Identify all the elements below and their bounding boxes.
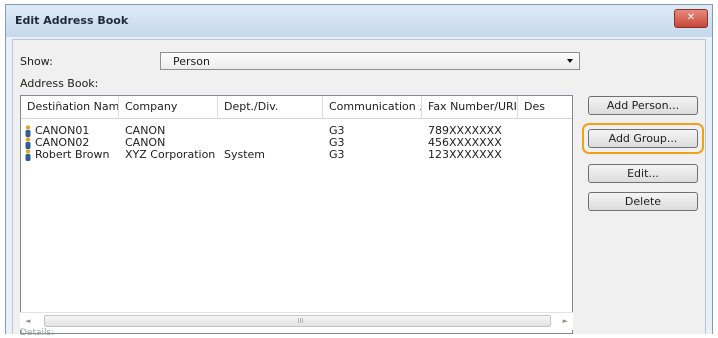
person-icon — [25, 137, 31, 149]
close-button[interactable]: ✕ — [674, 9, 708, 28]
cell-company: CANON — [125, 137, 166, 149]
cell-dept: System — [224, 149, 266, 161]
delete-button[interactable]: Delete — [588, 192, 698, 211]
cell-company: CANON — [125, 125, 166, 137]
scrollbar-thumb[interactable]: III — [44, 315, 551, 327]
column-header-dept[interactable]: Dept./Div. — [218, 96, 323, 118]
chevron-down-icon — [567, 59, 573, 63]
show-dropdown-value: Person — [173, 55, 210, 68]
grip-icon: III — [297, 317, 304, 325]
cell-fax: 456XXXXXXX — [428, 137, 502, 149]
title-bar: Edit Address Book ✕ — [6, 5, 712, 37]
address-book-list[interactable]: ^ Destination Name Company Dept./Div. Co… — [20, 95, 573, 334]
column-header-communication[interactable]: Communication ... — [323, 96, 422, 118]
column-header-company[interactable]: Company — [119, 96, 218, 118]
cell-company: XYZ Corporation — [125, 149, 216, 161]
cell-name: CANON01 — [35, 125, 90, 137]
details-label: Details: — [20, 328, 55, 338]
edit-button[interactable]: Edit... — [588, 164, 698, 183]
horizontal-scrollbar[interactable]: ◄ III ► — [20, 312, 573, 330]
cell-fax: 123XXXXXXX — [428, 149, 502, 161]
table-row[interactable]: Robert Brown XYZ Corporation System G3 1… — [21, 149, 572, 161]
cell-name: CANON02 — [35, 137, 90, 149]
person-icon — [25, 149, 31, 161]
cell-fax: 789XXXXXXX — [428, 125, 502, 137]
scroll-left-icon[interactable]: ◄ — [25, 317, 30, 325]
column-header-fax-number[interactable]: Fax Number/URI — [422, 96, 518, 118]
person-icon — [25, 125, 31, 137]
sort-ascending-icon: ^ — [55, 100, 62, 109]
list-header: ^ Destination Name Company Dept./Div. Co… — [21, 96, 572, 119]
scroll-right-icon[interactable]: ► — [563, 317, 568, 325]
table-row[interactable]: CANON01 CANON G3 789XXXXXXX — [21, 125, 572, 137]
add-person-button[interactable]: Add Person... — [588, 96, 698, 115]
window-title: Edit Address Book — [15, 14, 129, 27]
column-header-destination-name[interactable]: ^ Destination Name — [21, 96, 119, 118]
table-row[interactable]: CANON02 CANON G3 456XXXXXXX — [21, 137, 572, 149]
edit-address-book-dialog: Edit Address Book ✕ Show: Person Address… — [5, 4, 713, 338]
cell-communication: G3 — [329, 149, 345, 161]
cell-name: Robert Brown — [35, 149, 110, 161]
dialog-body: Show: Person Address Book: ^ Destination… — [12, 39, 706, 338]
show-dropdown[interactable]: Person — [160, 52, 580, 70]
cell-communication: G3 — [329, 137, 345, 149]
show-label: Show: — [20, 55, 53, 68]
address-book-label: Address Book: — [20, 77, 99, 90]
add-group-button[interactable]: Add Group... — [588, 129, 698, 148]
column-header-description[interactable]: Des — [518, 96, 572, 118]
cell-communication: G3 — [329, 125, 345, 137]
